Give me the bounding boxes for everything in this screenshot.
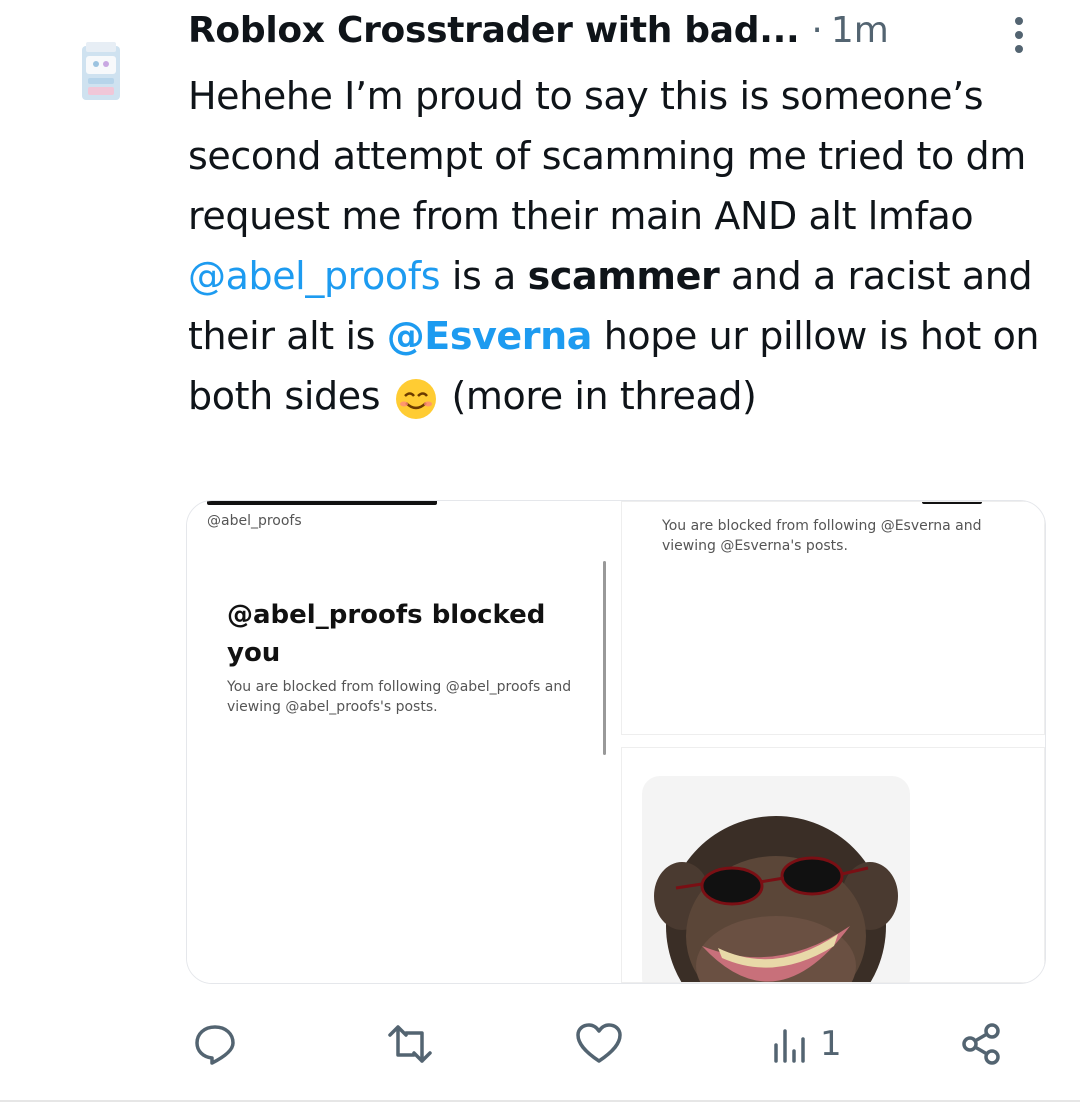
media-grid[interactable]: @abel_proofs @abel_proofs blocked you Yo… — [186, 500, 1046, 984]
share-button[interactable] — [958, 1018, 1004, 1070]
media-image-2[interactable]: You are blocked from following @Esverna … — [621, 501, 1045, 735]
media-image-1[interactable]: @abel_proofs @abel_proofs blocked you Yo… — [187, 501, 609, 983]
tweet-header: Roblox Crosstrader with bad... · 1m — [188, 10, 889, 60]
header-separator: · — [811, 10, 823, 51]
mention-abel-proofs[interactable]: @abel_proofs — [188, 254, 441, 298]
retweet-button[interactable] — [384, 1018, 436, 1070]
text-part-1: Hehehe I’m proud to say this is someone’… — [188, 74, 1026, 238]
blocked-title: @abel_proofs blocked you — [227, 600, 546, 668]
divider — [0, 1100, 1080, 1102]
retweet-icon — [388, 1025, 432, 1063]
timestamp[interactable]: 1m — [831, 10, 889, 51]
action-bar: 1 — [0, 1010, 1080, 1080]
image-handle: @abel_proofs — [207, 513, 302, 529]
views-button[interactable]: 1 — [770, 1018, 842, 1070]
mention-esverna[interactable]: @Esverna — [387, 314, 593, 358]
cropped-header — [207, 501, 437, 507]
text-part-2: is a — [440, 254, 528, 298]
tweet-text: Hehehe I’m proud to say this is someone’… — [188, 66, 1048, 426]
views-icon — [774, 1029, 805, 1063]
reply-icon — [195, 1025, 235, 1065]
like-button[interactable] — [574, 1018, 624, 1070]
blocked-subtitle: You are blocked from following @abel_pro… — [227, 679, 572, 715]
bold-word: scammer — [527, 254, 720, 298]
cropped-header-2 — [682, 502, 982, 506]
views-count: 1 — [820, 1024, 842, 1064]
media-image-3[interactable] — [621, 747, 1045, 983]
chimp-image — [654, 816, 898, 982]
avatar[interactable] — [78, 40, 124, 104]
author-name[interactable]: Roblox Crosstrader with bad... — [188, 10, 800, 51]
more-icon[interactable] — [1008, 14, 1030, 54]
reply-button[interactable] — [192, 1018, 238, 1070]
grid-gap — [609, 501, 621, 983]
text-part-5: (more in thread) — [439, 374, 757, 418]
chimp-photo — [642, 776, 910, 982]
share-icon — [962, 1023, 1000, 1065]
image-scrollbar — [603, 561, 606, 755]
blocked-subtitle-2: You are blocked from following @Esverna … — [662, 518, 982, 554]
smiling-emoji — [395, 378, 436, 419]
like-icon — [576, 1023, 622, 1063]
